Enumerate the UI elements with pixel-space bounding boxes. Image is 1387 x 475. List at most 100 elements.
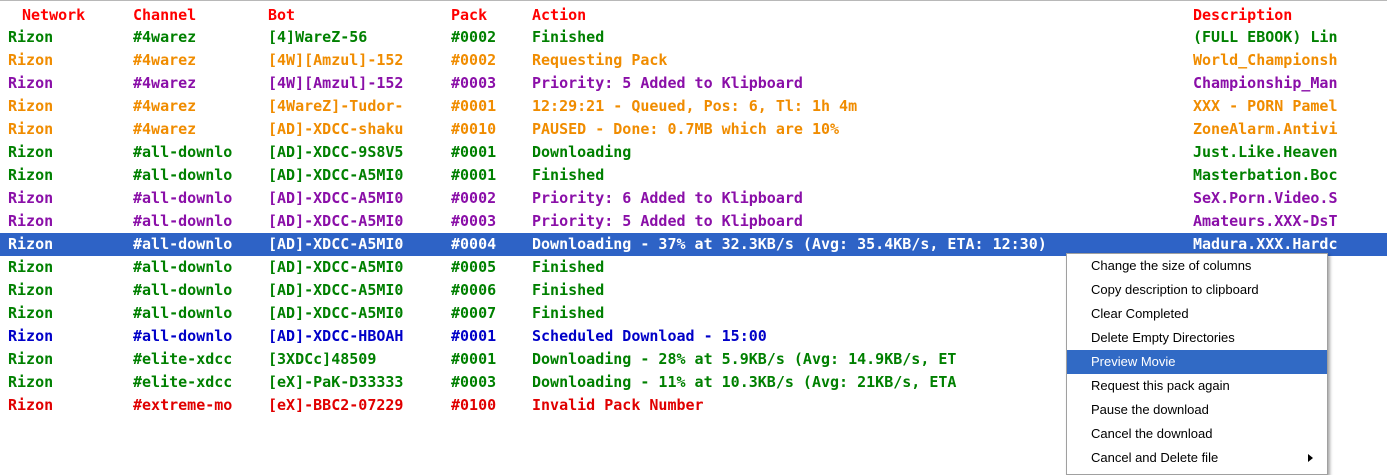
menu-item-label: Cancel the download: [1091, 426, 1213, 441]
cell-network: Rizon: [8, 350, 54, 368]
cell-channel: #4warez: [133, 28, 197, 46]
column-header-description[interactable]: Description: [1193, 4, 1387, 26]
cell-channel: #elite-xdcc: [133, 373, 233, 391]
cell-channel: #4warez: [133, 97, 197, 115]
cell-description: Amateurs.XXX-DsT: [1193, 212, 1338, 230]
cell-pack: #0004: [451, 235, 497, 253]
cell-action: Priority: 5 Added to Klipboard: [532, 212, 803, 230]
cell-bot: [AD]-XDCC-A5MI0: [268, 281, 404, 299]
column-header-action[interactable]: Action: [532, 4, 1192, 26]
column-header-channel[interactable]: Channel: [133, 4, 265, 26]
cell-pack: #0002: [451, 51, 497, 69]
cell-pack: #0002: [451, 189, 497, 207]
table-row[interactable]: Rizon #4warez [AD]-XDCC-shaku #0010 PAUSED -…: [0, 118, 1387, 141]
cell-network: Rizon: [8, 304, 54, 322]
top-border: [0, 0, 1387, 1]
menu-item-label: Pause the download: [1091, 402, 1209, 417]
cell-network: Rizon: [8, 258, 54, 276]
table-row[interactable]: Rizon #4warez [4W][Amzul]-152 #0002 Requesti…: [0, 49, 1387, 72]
table-row[interactable]: Rizon #4warez [4W][Amzul]-152 #0003 Priority…: [0, 72, 1387, 95]
table-row[interactable]: Rizon #all-downlo [AD]-XDCC-A5MI0 #0001 Fini…: [0, 164, 1387, 187]
cell-channel: #extreme-mo: [133, 396, 233, 414]
cell-action: Priority: 6 Added to Klipboard: [532, 189, 803, 207]
menu-item-pause-the-download[interactable]: Pause the download: [1067, 398, 1327, 422]
cell-action: Finished: [532, 28, 605, 46]
cell-pack: #0003: [451, 212, 497, 230]
cell-network: Rizon: [8, 97, 54, 115]
cell-action: PAUSED - Done: 0.7MB which are 10%: [532, 120, 840, 138]
menu-item-label: Preview Movie: [1091, 354, 1176, 369]
cell-network: Rizon: [8, 396, 54, 414]
cell-network: Rizon: [8, 74, 54, 92]
cell-network: Rizon: [8, 120, 54, 138]
cell-pack: #0002: [451, 28, 497, 46]
menu-item-preview-movie[interactable]: Preview Movie: [1067, 350, 1327, 374]
cell-description: SeX.Porn.Video.S: [1193, 189, 1338, 207]
cell-network: Rizon: [8, 28, 54, 46]
table-row[interactable]: Rizon #all-downlo [AD]-XDCC-9S8V5 #0001 Down…: [0, 141, 1387, 164]
cell-network: Rizon: [8, 281, 54, 299]
menu-item-clear-completed[interactable]: Clear Completed: [1067, 302, 1327, 326]
cell-channel: #all-downlo: [133, 304, 233, 322]
cell-action: Downloading: [532, 143, 632, 161]
menu-item-cancel-the-download[interactable]: Cancel the download: [1067, 422, 1327, 446]
cell-pack: #0001: [451, 350, 497, 368]
cell-channel: #all-downlo: [133, 281, 233, 299]
column-header-pack[interactable]: Pack: [451, 4, 531, 26]
cell-bot: [AD]-XDCC-A5MI0: [268, 166, 404, 184]
table-row[interactable]: Rizon #4warez [4WareZ]-Tudor- #0001 12:29:21…: [0, 95, 1387, 118]
cell-description: XXX - PORN Pamel: [1193, 97, 1338, 115]
cell-bot: [3XDCc]48509: [268, 350, 377, 368]
cell-pack: #0001: [451, 166, 497, 184]
cell-channel: #4warez: [133, 51, 197, 69]
menu-item-copy-description-to-clipboard[interactable]: Copy description to clipboard: [1067, 278, 1327, 302]
cell-description: Just.Like.Heaven: [1193, 143, 1338, 161]
cell-channel: #all-downlo: [133, 166, 233, 184]
cell-network: Rizon: [8, 166, 54, 184]
table-row[interactable]: Rizon #4warez [4]WareZ-56 #0002 Finished (FUL…: [0, 26, 1387, 49]
menu-item-label: Delete Empty Directories: [1091, 330, 1235, 345]
menu-item-label: Cancel and Delete file: [1091, 450, 1219, 465]
menu-item-change-the-size-of-columns[interactable]: Change the size of columns: [1067, 254, 1327, 278]
cell-action: Finished: [532, 166, 605, 184]
cell-bot: [AD]-XDCC-9S8V5: [268, 143, 404, 161]
menu-item-cancel-and-delete-file[interactable]: Cancel and Delete file: [1067, 446, 1327, 470]
cell-action: Requesting Pack: [532, 51, 668, 69]
cell-description: Masterbation.Boc: [1193, 166, 1338, 184]
cell-network: Rizon: [8, 327, 54, 345]
cell-bot: [AD]-XDCC-A5MI0: [268, 304, 404, 322]
cell-network: Rizon: [8, 143, 54, 161]
cell-pack: #0001: [451, 97, 497, 115]
menu-item-label: Request this pack again: [1091, 378, 1230, 393]
cell-pack: #0003: [451, 74, 497, 92]
menu-item-delete-empty-directories[interactable]: Delete Empty Directories: [1067, 326, 1327, 350]
column-header-network[interactable]: Network: [22, 4, 140, 26]
cell-bot: [AD]-XDCC-A5MI0: [268, 235, 404, 253]
cell-bot: [eX]-PaK-D33333: [268, 373, 404, 391]
cell-channel: #elite-xdcc: [133, 350, 233, 368]
cell-network: Rizon: [8, 189, 54, 207]
cell-description: ZoneAlarm.Antivi: [1193, 120, 1338, 138]
cell-channel: #4warez: [133, 120, 197, 138]
cell-network: Rizon: [8, 373, 54, 391]
menu-item-request-this-pack-again[interactable]: Request this pack again: [1067, 374, 1327, 398]
cell-channel: #all-downlo: [133, 189, 233, 207]
cell-channel: #all-downlo: [133, 143, 233, 161]
cell-channel: #all-downlo: [133, 258, 233, 276]
cell-description: Championship_Man: [1193, 74, 1338, 92]
menu-item-label: Change the size of columns: [1091, 258, 1252, 273]
column-header-bot[interactable]: Bot: [268, 4, 446, 26]
menu-item-label: Copy description to clipboard: [1091, 282, 1259, 297]
cell-bot: [AD]-XDCC-A5MI0: [268, 189, 404, 207]
cell-channel: #all-downlo: [133, 212, 233, 230]
table-row[interactable]: Rizon #all-downlo [AD]-XDCC-A5MI0 #0002 Prio…: [0, 187, 1387, 210]
cell-pack: #0003: [451, 373, 497, 391]
cell-description: World_Championsh: [1193, 51, 1338, 69]
cell-channel: #4warez: [133, 74, 197, 92]
cell-bot: [4]WareZ-56: [268, 28, 368, 46]
cell-bot: [4W][Amzul]-152: [268, 74, 404, 92]
table-row[interactable]: Rizon #all-downlo [AD]-XDCC-A5MI0 #0003 Prio…: [0, 210, 1387, 233]
cell-bot: [4W][Amzul]-152: [268, 51, 404, 69]
cell-bot: [4WareZ]-Tudor-: [268, 97, 404, 115]
cell-channel: #all-downlo: [133, 327, 233, 345]
